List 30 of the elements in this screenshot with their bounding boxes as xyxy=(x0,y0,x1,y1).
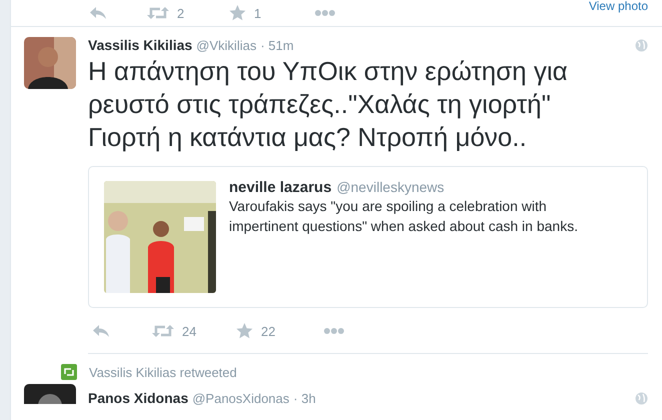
author-handle[interactable]: @PanosXidonas xyxy=(192,391,290,406)
tweet-time[interactable]: · 3h xyxy=(293,391,316,406)
author-name[interactable]: Vassilis Kikilias xyxy=(88,37,192,53)
more-icon[interactable] xyxy=(315,10,335,16)
reply-icon[interactable] xyxy=(89,6,107,20)
retweet-icon[interactable] xyxy=(152,324,174,338)
author-handle[interactable]: @Vkikilias xyxy=(196,38,256,53)
quoted-tweet-card[interactable]: neville lazarus @nevilleskynews Varoufakis says "you are spoiling a celebration with impertinent questions" when asked about cash in banks. xyxy=(88,166,648,308)
more-icon[interactable] xyxy=(324,328,344,334)
view-photo-link[interactable]: View photo xyxy=(588,0,648,13)
author-name[interactable]: Panos Xidonas xyxy=(88,390,188,406)
favorite-count: 1 xyxy=(254,6,262,20)
tweet-text: Η απάντηση του ΥπΟικ στην ερώτηση για ρευστό στις τράπεζες.."Χαλάς τη γιορτή" Γιορτή η κατάντια μας? Ντροπή μόνο.. xyxy=(88,55,569,154)
tweet-time[interactable]: · 51m xyxy=(260,38,294,53)
retweet-icon[interactable] xyxy=(147,6,169,20)
globe-icon xyxy=(635,38,648,52)
star-icon[interactable] xyxy=(236,323,253,339)
retweet-count: 2 xyxy=(177,6,184,20)
favorite-count: 22 xyxy=(261,324,276,338)
globe-icon xyxy=(635,392,648,404)
avatar[interactable] xyxy=(24,37,76,89)
quoted-tweet-text: Varoufakis says "you are spoiling a celebration with impertinent questions" when asked about cash in banks. xyxy=(229,197,579,236)
retweeted-by-label[interactable]: Vassilis Kikilias retweeted xyxy=(89,364,237,380)
retweet-count: 24 xyxy=(182,324,196,338)
reply-icon[interactable] xyxy=(92,324,110,338)
retweet-icon xyxy=(61,364,77,380)
star-icon[interactable] xyxy=(229,5,246,21)
quoted-author-name: neville lazarus xyxy=(229,179,332,196)
quoted-author-handle: @nevilleskynews xyxy=(336,179,444,195)
avatar[interactable] xyxy=(24,384,76,404)
